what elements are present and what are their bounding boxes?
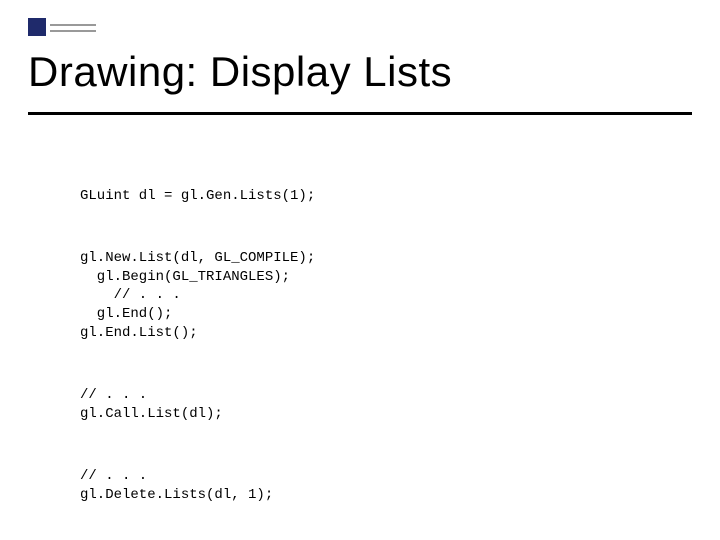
accent-square-icon [28, 18, 46, 36]
title-underline [28, 112, 692, 115]
code-line: gl.Delete.Lists(dl, 1); [80, 487, 273, 503]
slide: Drawing: Display Lists GLuint dl = gl.Ge… [0, 0, 720, 540]
code-line: GLuint dl = gl.Gen.Lists(1); [80, 188, 315, 204]
code-block: GLuint dl = gl.Gen.Lists(1); gl.New.List… [80, 168, 315, 540]
accent-line-icon [50, 24, 96, 26]
accent-line-icon [50, 30, 96, 32]
code-line: // . . . [80, 387, 147, 403]
code-line: gl.End(); [80, 306, 172, 322]
code-line: // . . . [80, 468, 147, 484]
code-line: gl.Call.List(dl); [80, 406, 223, 422]
code-line: // . . . [80, 287, 181, 303]
code-line: gl.New.List(dl, GL_COMPILE); [80, 250, 315, 266]
code-line: gl.End.List(); [80, 325, 198, 341]
code-line: gl.Begin(GL_TRIANGLES); [80, 269, 290, 285]
slide-title: Drawing: Display Lists [28, 48, 452, 96]
